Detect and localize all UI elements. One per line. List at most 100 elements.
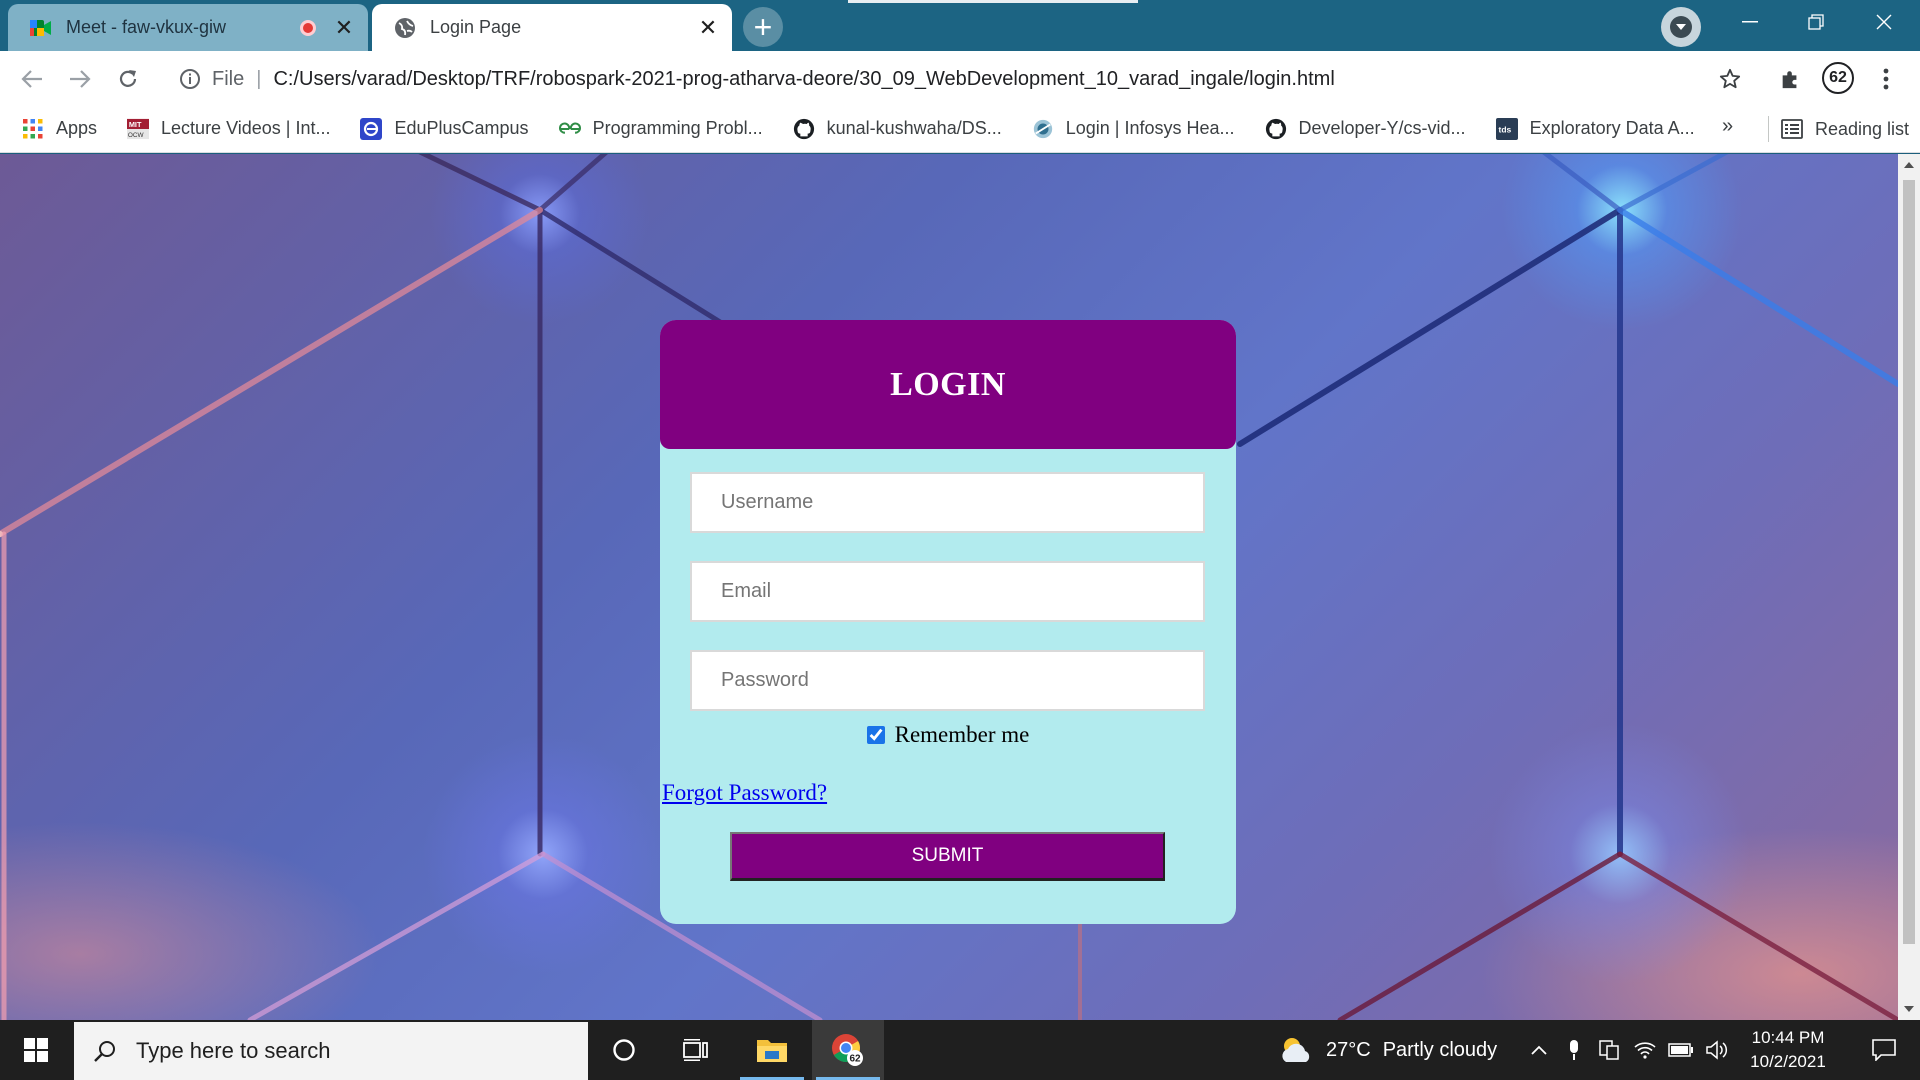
notification-icon: [1872, 1039, 1896, 1061]
tab-login-page[interactable]: Login Page ✕: [372, 4, 732, 51]
bookmark-exploratory-data[interactable]: tds Exploratory Data A...: [1488, 113, 1703, 145]
bookmark-star-icon[interactable]: [1712, 61, 1748, 97]
tab-meet[interactable]: Meet - faw-vkux-giw ✕: [8, 4, 368, 51]
scheme-label: File: [212, 67, 245, 90]
back-button[interactable]: [14, 61, 50, 97]
bookmark-programming-problems[interactable]: Programming Probl...: [551, 113, 771, 145]
chrome-taskbar-button[interactable]: 62: [812, 1020, 884, 1080]
login-title: LOGIN: [890, 365, 1006, 403]
scroll-up-arrow-icon[interactable]: [1904, 162, 1914, 168]
weather-condition: Partly cloudy: [1382, 1038, 1498, 1061]
google-meet-icon: [30, 17, 52, 39]
extensions-puzzle-icon[interactable]: [1772, 61, 1808, 97]
clock-date: 10/2/2021: [1750, 1052, 1826, 1071]
windows-logo-icon: [24, 1038, 48, 1062]
bookmarks-overflow-icon[interactable]: »: [1722, 115, 1733, 138]
remember-me-row: Remember me: [660, 722, 1236, 748]
close-window-button[interactable]: [1852, 0, 1916, 44]
weather-temp: 27°C: [1326, 1038, 1371, 1061]
extension-badge-icon[interactable]: 62: [1822, 62, 1854, 94]
username-input[interactable]: [690, 472, 1205, 533]
cortana-button[interactable]: [588, 1020, 660, 1080]
tab-title: Meet - faw-vkux-giw: [66, 17, 227, 37]
bookmark-label: Exploratory Data A...: [1529, 118, 1695, 138]
reading-list-button[interactable]: Reading list: [1768, 113, 1909, 145]
geeksforgeeks-icon: [558, 118, 581, 140]
task-view-button[interactable]: [660, 1020, 732, 1080]
infosys-icon: [1032, 118, 1054, 140]
svg-text:OCW: OCW: [128, 132, 145, 139]
bookmark-label: kunal-kushwaha/DS...: [826, 118, 1002, 138]
chrome-badge-number: 62: [850, 1054, 862, 1065]
menu-kebab-icon[interactable]: [1868, 61, 1904, 97]
address-separator: |: [256, 67, 262, 90]
file-explorer-taskbar-button[interactable]: [736, 1020, 808, 1080]
bookmark-kunal-kushwaha[interactable]: kunal-kushwaha/DS...: [785, 113, 1010, 145]
divider: [1768, 116, 1769, 142]
scroll-down-arrow-icon[interactable]: [1904, 1006, 1914, 1012]
vertical-scrollbar[interactable]: [1898, 154, 1920, 1020]
remember-me-checkbox[interactable]: [866, 726, 885, 744]
bookmark-apps[interactable]: Apps: [14, 113, 105, 145]
bookmark-label: Apps: [56, 118, 98, 138]
github-icon: [1265, 118, 1287, 140]
start-button[interactable]: [0, 1020, 72, 1080]
bookmark-developer-y[interactable]: Developer-Y/cs-vid...: [1257, 113, 1474, 145]
forward-button[interactable]: [62, 61, 98, 97]
clock-time: 10:44 PM: [1751, 1028, 1825, 1047]
device-sync-icon[interactable]: [1594, 1020, 1624, 1080]
wifi-icon[interactable]: [1630, 1020, 1660, 1080]
close-tab-icon[interactable]: ✕: [334, 15, 354, 40]
windows-taskbar: Type here to search 62 27°C Partly cloud…: [0, 1020, 1920, 1080]
info-icon[interactable]: [178, 67, 202, 91]
minimize-button[interactable]: [1718, 0, 1782, 44]
new-tab-button[interactable]: +: [743, 7, 783, 47]
mit-ocw-icon: MIT OCW: [127, 118, 150, 140]
address-bar[interactable]: File | C:/Users/varad/Desktop/TRF/robosp…: [164, 57, 1728, 101]
bookmark-eduplus[interactable]: EduPlusCampus: [352, 113, 536, 145]
github-icon: [793, 118, 815, 140]
svg-text:MIT: MIT: [129, 120, 142, 129]
close-tab-icon[interactable]: ✕: [698, 15, 718, 40]
reading-list-icon: [1781, 118, 1803, 140]
submit-button[interactable]: SUBMIT: [730, 832, 1165, 881]
password-input[interactable]: [690, 650, 1205, 711]
show-hidden-icons-chevron-icon[interactable]: [1524, 1020, 1554, 1080]
battery-icon[interactable]: [1666, 1020, 1696, 1080]
cortana-circle-icon: [613, 1039, 635, 1061]
bookmark-label: Lecture Videos | Int...: [161, 118, 331, 138]
folder-icon: [757, 1040, 787, 1062]
chrome-icon: 62: [832, 1034, 863, 1066]
bookmark-label: Programming Probl...: [592, 118, 763, 138]
login-card: LOGIN Remember me Forgot Password? SUBMI…: [660, 320, 1236, 924]
email-input[interactable]: [690, 561, 1205, 622]
url-text[interactable]: C:/Users/varad/Desktop/TRF/robospark-202…: [273, 68, 1334, 91]
tab-search-button[interactable]: [1661, 7, 1701, 47]
apps-grid-icon: [22, 118, 44, 140]
eduplus-icon: [360, 117, 383, 140]
browser-tab-strip: Meet - faw-vkux-giw ✕ Login Page ✕ +: [0, 0, 1920, 51]
bookmarks-bar: Apps MIT OCW Lecture Videos | Int... EduP…: [0, 105, 1920, 153]
system-clock[interactable]: 10:44 PM 10/2/2021: [1730, 1026, 1846, 1074]
chevron-down-icon: [1670, 16, 1692, 38]
bookmark-infosys[interactable]: Login | Infosys Hea...: [1024, 113, 1243, 145]
login-header: LOGIN: [660, 320, 1236, 449]
scrollbar-thumb[interactable]: [1903, 180, 1915, 944]
restore-button[interactable]: [1784, 0, 1848, 44]
reload-button[interactable]: [110, 61, 146, 97]
search-icon: [92, 1038, 118, 1064]
bookmark-lecture-videos[interactable]: MIT OCW Lecture Videos | Int...: [119, 113, 338, 145]
browser-toolbar: File | C:/Users/varad/Desktop/TRF/robosp…: [0, 51, 1920, 105]
weather-widget[interactable]: 27°C Partly cloudy: [1278, 1020, 1497, 1080]
page-viewport: LOGIN Remember me Forgot Password? SUBMI…: [0, 154, 1898, 1020]
recording-indicator-icon: [300, 19, 316, 36]
remember-me-label: Remember me: [894, 722, 1030, 747]
tds-icon: tds: [1495, 117, 1518, 140]
volume-icon[interactable]: [1702, 1020, 1732, 1080]
taskbar-search-box[interactable]: Type here to search: [74, 1022, 588, 1080]
action-center-button[interactable]: [1848, 1020, 1920, 1080]
microphone-icon[interactable]: [1560, 1020, 1588, 1080]
bookmark-label: EduPlusCampus: [394, 118, 529, 138]
forgot-password-link[interactable]: Forgot Password?: [662, 780, 827, 806]
tab-title: Login Page: [430, 17, 522, 37]
